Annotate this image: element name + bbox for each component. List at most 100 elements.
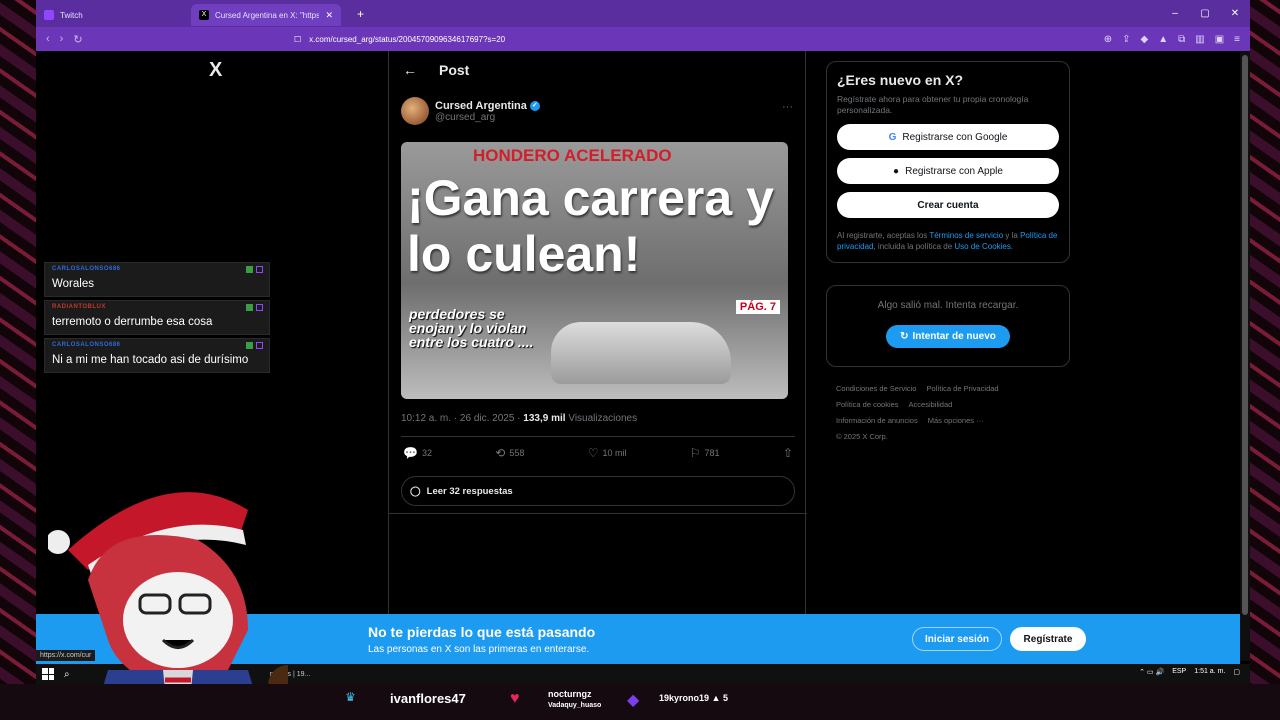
reply-icon: 💬 [403, 446, 418, 460]
like-button[interactable]: ♡ 10 mil [588, 446, 627, 460]
badge-icon [246, 304, 253, 311]
back-icon[interactable]: ‹ [46, 33, 50, 46]
footer-link[interactable]: Condiciones de Servicio [836, 384, 916, 393]
chat-text: Worales [52, 278, 94, 290]
badge-icon [246, 266, 253, 273]
bookmark-icon[interactable]: ☐ [294, 35, 301, 44]
browser-toolbar: ⊕ ⇪ ◆ ▲ ⧉ ▥ ▣ ≡ [1104, 34, 1240, 45]
close-tab-icon[interactable]: ✕ [325, 10, 333, 21]
image-top-text: HONDERO ACELERADO [473, 146, 672, 165]
post-timestamp[interactable]: 10:12 a. m. · 26 dic. 2025 · [401, 413, 523, 424]
back-arrow-icon[interactable]: ← [403, 62, 417, 78]
url-field[interactable]: ☐ x.com/cursed_arg/status/200457090963461… [294, 35, 1104, 44]
footer-links: Condiciones de Servicio Política de Priva… [826, 381, 1070, 445]
footer-link[interactable]: Más opciones ··· [928, 416, 984, 425]
chat-overlay: CARLOSALONSO686 Worales RADIANTOBLUX ter… [44, 262, 270, 402]
legal-text: Al registrarte, aceptas los Términos de … [837, 231, 1058, 251]
notifications-icon[interactable]: ▢ [1233, 668, 1240, 676]
banner-subtitle: Las personas en X son las primeras en en… [368, 644, 590, 655]
create-account-button[interactable]: Crear cuenta [837, 192, 1059, 218]
chat-username: CARLOSALONSO686 [52, 342, 121, 348]
minimize-button[interactable]: – [1160, 0, 1190, 27]
divider [401, 436, 795, 437]
right-sidebar: ¿Eres nuevo en X? Regístrate ahora para … [826, 61, 1070, 445]
clock[interactable]: 1:51 a. m. [1194, 668, 1225, 676]
scrollbar[interactable] [1240, 51, 1250, 661]
heart-icon: ♥ [510, 690, 520, 707]
wallet-icon[interactable]: ▣ [1215, 34, 1224, 45]
chat-message: RADIANTOBLUX terremoto o derrumbe esa co… [44, 300, 270, 335]
apple-signup-button[interactable]: ● Registrarse con Apple [837, 158, 1059, 184]
forward-icon[interactable]: › [60, 33, 64, 46]
author-handle[interactable]: @cursed_arg [435, 112, 540, 123]
x-logo-icon[interactable]: X [209, 59, 222, 82]
login-button[interactable]: Iniciar sesión [912, 627, 1002, 651]
zoom-icon[interactable]: ⊕ [1104, 34, 1112, 45]
avatar[interactable] [401, 97, 429, 125]
sidebar-icon[interactable]: ▥ [1195, 34, 1204, 45]
post-image[interactable]: HONDERO ACELERADO ¡Gana carrera y lo cul… [401, 142, 788, 399]
extensions-icon[interactable]: ⧉ [1178, 34, 1185, 45]
author-name[interactable]: Cursed Argentina [435, 100, 527, 112]
badge-icon [256, 304, 263, 311]
tab-x-post[interactable]: X Cursed Argentina en X: "https://t ✕ [191, 4, 341, 26]
apple-icon: ● [893, 165, 900, 177]
more-options-icon[interactable]: ··· [782, 101, 793, 113]
read-replies-button[interactable]: ◯ Leer 32 respuestas [401, 476, 795, 506]
signup-button[interactable]: Regístrate [1010, 627, 1086, 651]
heart-icon: ♡ [587, 446, 599, 460]
window-controls: – ▢ ✕ [1160, 0, 1250, 27]
stream-overlay-bar [0, 684, 1280, 720]
post-author[interactable]: Cursed Argentina ✓ @cursed_arg ··· [389, 89, 805, 133]
banner-title: No te pierdas lo que está pasando [368, 624, 596, 640]
nav-buttons: ‹ › ↻ [46, 33, 286, 46]
divider [389, 513, 807, 514]
share-button[interactable]: ⇧ [783, 446, 793, 460]
signup-title: ¿Eres nuevo en X? [837, 72, 964, 88]
footer-link[interactable]: Política de cookies [836, 400, 899, 409]
crown-icon: ♛ [345, 690, 356, 704]
menu-icon[interactable]: ≡ [1234, 34, 1240, 45]
chat-text: Ni a mi me han tocado asi de durísimo [52, 354, 249, 366]
rewards-icon[interactable]: ▲ [1158, 34, 1168, 45]
post-header: ← Post [389, 51, 805, 89]
verified-badge-icon: ✓ [529, 100, 540, 111]
refresh-icon: ↻ [900, 331, 909, 342]
footer-link[interactable]: Accesibilidad [909, 400, 953, 409]
page-title: Post [439, 62, 470, 78]
footer-link[interactable]: Política de Privacidad [926, 384, 998, 393]
badge-icon [256, 342, 263, 349]
new-tab-button[interactable]: + [357, 7, 364, 21]
footer-link[interactable]: Información de anuncios [836, 416, 918, 425]
address-bar: ‹ › ↻ ☐ x.com/cursed_arg/status/200457090… [36, 27, 1250, 51]
tab-twitch[interactable]: Twitch [36, 4, 191, 26]
error-text: Algo salió mal. Intenta recargar. [877, 300, 1019, 311]
tray-icons[interactable]: ⌃ ▭ 🔊 [1139, 668, 1164, 676]
cookies-link[interactable]: Uso de Cookies [954, 242, 1010, 251]
brave-shield-icon[interactable]: ◆ [1141, 34, 1149, 45]
overlay-user-2: nocturngz Vadaquy_huaso [548, 689, 602, 709]
image-caption: perdedores se enojan y lo violan entre l… [409, 306, 534, 350]
system-tray: ⌃ ▭ 🔊 ESP 1:51 a. m. ▢ [1139, 668, 1240, 676]
reload-icon[interactable]: ↻ [73, 33, 82, 46]
x-favicon-icon: X [199, 10, 209, 20]
signup-card: ¿Eres nuevo en X? Regístrate ahora para … [826, 61, 1070, 263]
bookmark-button[interactable]: ⚐ 781 [690, 446, 720, 460]
google-signup-button[interactable]: G Registrarse con Google [837, 124, 1059, 150]
language-indicator[interactable]: ESP [1172, 668, 1186, 676]
url-text: x.com/cursed_arg/status/2004570909634617… [309, 34, 506, 44]
retry-button[interactable]: ↻ Intentar de nuevo [886, 325, 1010, 348]
image-page-label: PÁG. 7 [735, 300, 780, 314]
chat-message: CARLOSALONSO686 Worales [44, 262, 270, 297]
badge-icon [256, 266, 263, 273]
reply-button[interactable]: 💬 32 [403, 446, 432, 460]
image-headline: ¡Gana carrera y lo culean! [407, 170, 774, 282]
share-icon[interactable]: ⇪ [1122, 34, 1130, 45]
terms-link[interactable]: Términos de servicio [929, 231, 1003, 240]
close-window-button[interactable]: ✕ [1220, 0, 1250, 27]
views-label: Visualizaciones [565, 413, 638, 424]
repost-button[interactable]: ⟲ 558 [495, 446, 524, 460]
chat-message: CARLOSALONSO686 Ni a mi me han tocado as… [44, 338, 270, 373]
maximize-button[interactable]: ▢ [1190, 0, 1220, 27]
post-column: ← Post Cursed Argentina ✓ @cursed_arg ···… [388, 51, 807, 684]
